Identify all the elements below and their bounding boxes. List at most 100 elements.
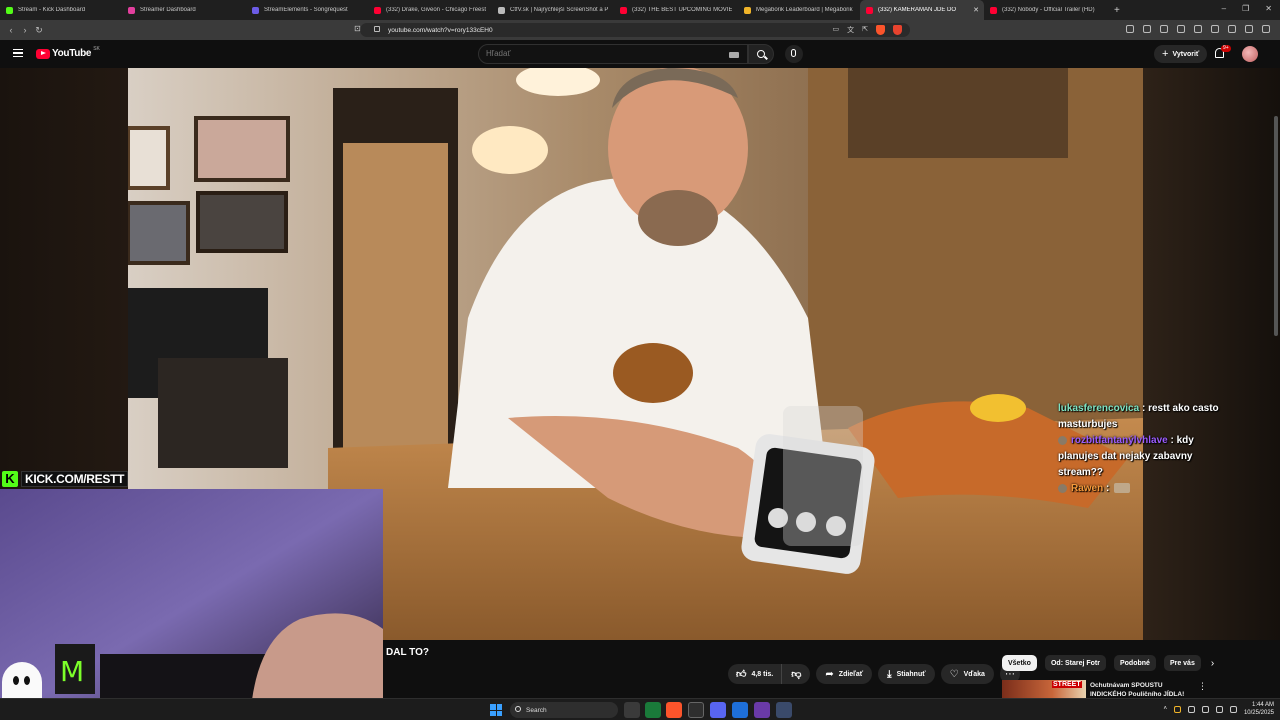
hamburger-menu-icon[interactable]	[13, 49, 23, 57]
terminal-icon[interactable]	[645, 702, 661, 718]
recommended-video[interactable]: STREET Ochutnávam SPOUSTU INDICKÉHO Poul…	[1002, 680, 1212, 700]
tray-app-icon[interactable]	[1173, 705, 1181, 713]
download-icon: ⤓	[887, 668, 892, 680]
search-box[interactable]	[478, 44, 748, 64]
cast-icon[interactable]: ▭	[833, 25, 840, 35]
thanks-heart-icon: ♡	[949, 668, 959, 680]
shield-icon[interactable]	[1245, 25, 1253, 33]
app-icon[interactable]	[688, 702, 704, 718]
firewood-stack	[343, 143, 448, 463]
streamelements-favicon-icon	[252, 6, 259, 14]
system-tray: ˄ 1:44 AM 10/25/2025	[1163, 701, 1274, 717]
chat-separator: :	[1167, 435, 1177, 446]
address-bar[interactable]: ⊡ youtube.com/watch?v=rory133cEH0 ▭ 文 ⇱	[354, 23, 910, 37]
more-vert-icon[interactable]: ⋮	[1198, 681, 1207, 692]
back-icon[interactable]: ‹	[4, 25, 18, 35]
share-button[interactable]: ➦ Zdieľať	[816, 664, 873, 684]
chip-from-channel[interactable]: Od: Starej Fotr	[1044, 655, 1106, 671]
extension-icon[interactable]	[1143, 25, 1151, 33]
youtube-logo-text: YouTube	[52, 48, 92, 59]
kick-favicon-icon	[6, 6, 13, 14]
browser-tab-active[interactable]: (332) KAMERAMAN JDE DO ✕	[860, 0, 984, 20]
streamer-favicon-icon	[128, 6, 135, 14]
volume-icon[interactable]	[1215, 705, 1223, 713]
thanks-label: Vďaka	[963, 670, 985, 678]
windows-start-icon[interactable]	[490, 704, 502, 716]
wallet-icon[interactable]	[1211, 25, 1219, 33]
network-icon[interactable]	[1201, 705, 1209, 713]
create-button[interactable]: + Vytvoriť	[1154, 45, 1208, 63]
search-input[interactable]	[486, 49, 716, 58]
thanks-button[interactable]: ♡ Vďaka	[940, 664, 994, 684]
browser-tab[interactable]: Streamer Dashboard	[122, 0, 246, 20]
brave-browser-icon[interactable]	[666, 702, 682, 718]
clock-date: 10/25/2025	[1243, 710, 1274, 716]
site-info-icon[interactable]	[374, 26, 380, 32]
battery-icon[interactable]	[1229, 705, 1237, 713]
keyboard-icon[interactable]	[729, 52, 739, 58]
browser-tab[interactable]: Megaborik Leaderboard | Megaborik	[738, 0, 860, 20]
chip-all[interactable]: Všetko	[1002, 655, 1037, 671]
clock[interactable]: 1:44 AM 10/25/2025	[1244, 701, 1274, 717]
app-icon[interactable]	[732, 702, 748, 718]
download-button[interactable]: ⤓ Stiahnuť	[878, 664, 935, 684]
recommended-title[interactable]: Ochutnávam SPOUSTU INDICKÉHO Pouličního …	[1090, 681, 1190, 699]
task-view-icon[interactable]	[624, 702, 640, 718]
translate-icon[interactable]: 文	[847, 25, 854, 35]
close-window-icon[interactable]: ✕	[1265, 4, 1272, 13]
new-tab-button[interactable]: +	[1114, 5, 1120, 16]
url-text[interactable]: youtube.com/watch?v=rory133cEH0	[388, 27, 493, 34]
share-label: Zdieľať	[838, 670, 864, 678]
chat-username: rozbitfantanýlvhlave	[1071, 435, 1168, 446]
recommended-thumbnail[interactable]: STREET	[1002, 680, 1086, 700]
share-icon[interactable]: ⇱	[862, 25, 868, 35]
megaborik-favicon-icon	[744, 6, 751, 14]
youtube-favicon-icon	[620, 6, 627, 14]
voice-search-button[interactable]	[785, 45, 803, 63]
browser-tab[interactable]: (332) Nobody - Official Trailer (HD)	[984, 0, 1108, 20]
sidebar-icon[interactable]	[1194, 25, 1202, 33]
avatar[interactable]	[1242, 46, 1258, 62]
music-icon[interactable]	[1160, 25, 1168, 33]
address-bar-icons: ▭ 文 ⇱	[833, 25, 902, 35]
brave-rewards-icon[interactable]	[893, 25, 902, 35]
chip-for-you[interactable]: Pre vás	[1163, 655, 1201, 671]
search-button[interactable]	[748, 44, 774, 64]
minimize-icon[interactable]: –	[1222, 4, 1226, 13]
chip-related[interactable]: Podobné	[1113, 655, 1156, 671]
video-title: DAL TO?	[386, 647, 429, 658]
chat-separator: :	[1139, 403, 1149, 414]
webcam-overlay: M	[0, 489, 383, 720]
browser-tab[interactable]: (332) Drake, Giveon - Chicago Freesty	[368, 0, 492, 20]
discord-icon[interactable]	[710, 702, 726, 718]
maximize-icon[interactable]: ❐	[1242, 4, 1249, 13]
forward-icon[interactable]: ›	[18, 25, 32, 35]
picture-frame	[194, 116, 290, 182]
browser-tab[interactable]: Stream - Kick Dashboard	[0, 0, 122, 20]
chevron-right-icon[interactable]: ›	[1211, 658, 1214, 669]
browser-tab[interactable]: ČtfV.sk | Najrýchlejší ScreenShot a P	[492, 0, 614, 20]
dislike-button[interactable]: 👎︎	[782, 668, 810, 680]
browser-toolbar: ‹ › ↻ ⊡ youtube.com/watch?v=rory133cEH0 …	[0, 20, 1280, 40]
settings-gear-icon[interactable]	[776, 702, 792, 718]
brave-shield-icon[interactable]	[876, 25, 885, 35]
chevron-up-icon[interactable]: ˄	[1163, 706, 1167, 712]
reload-icon[interactable]: ↻	[32, 25, 46, 36]
chat-message: lukasferencovica : restt ako casto mastu…	[1058, 401, 1234, 433]
app-icon[interactable]	[754, 702, 770, 718]
page-scrollbar[interactable]	[1274, 116, 1278, 336]
tray-app-icon[interactable]	[1187, 705, 1195, 713]
close-tab-icon[interactable]: ✕	[973, 6, 979, 14]
youtube-logo[interactable]: YouTube SK	[36, 46, 100, 59]
vpn-icon[interactable]	[1228, 25, 1236, 33]
browser-tab[interactable]: (332) THE BEST UPCOMING MOVIES	[614, 0, 738, 20]
browser-tab[interactable]: StreamElements - Songrequest	[246, 0, 368, 20]
extension-icon[interactable]	[1177, 25, 1185, 33]
notification-count-badge: 9+	[1221, 45, 1231, 52]
bookmark-icon[interactable]: ⊡	[354, 24, 361, 33]
extension-icon[interactable]	[1126, 25, 1134, 33]
menu-icon[interactable]	[1262, 25, 1270, 33]
chair	[158, 358, 288, 468]
like-button[interactable]: 👍︎ 4,8 tis.	[728, 664, 783, 684]
taskbar-search[interactable]: Search	[510, 702, 618, 718]
